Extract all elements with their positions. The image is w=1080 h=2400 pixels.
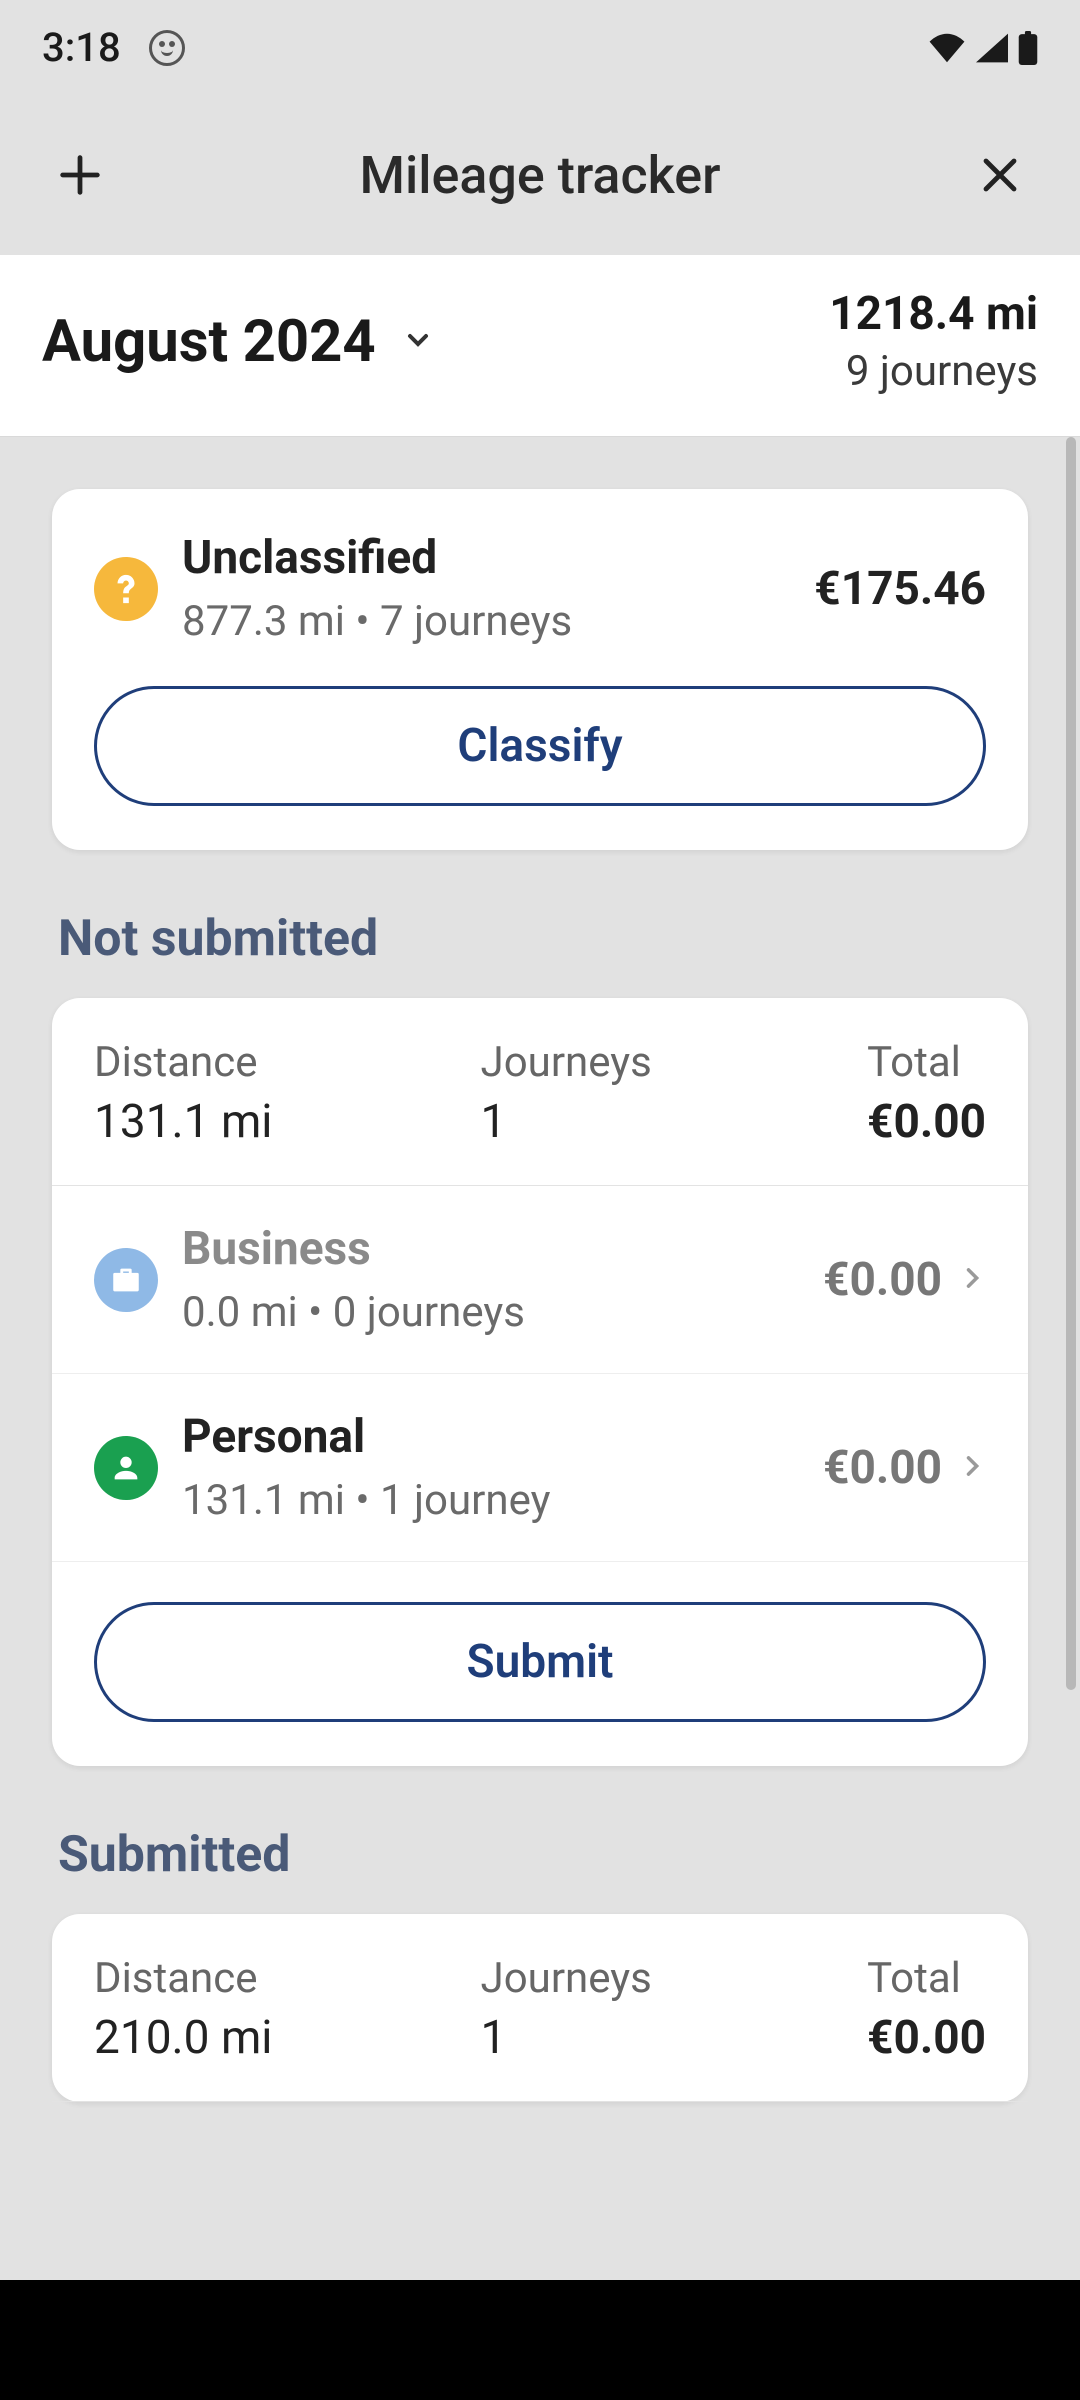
stats-value: 1 (481, 1095, 868, 1149)
category-sub: 131.1 mi • 1 journey (182, 1476, 823, 1525)
category-row-business[interactable]: Business 0.0 mi • 0 journeys €0.00 (52, 1186, 1028, 1374)
content-scroll[interactable]: Unclassified 877.3 mi • 7 journeys €175.… (0, 437, 1080, 2280)
chevron-down-icon (402, 324, 434, 360)
stats-label: Distance (94, 1954, 481, 2003)
stats-label: Total (867, 1954, 986, 2003)
month-label: August 2024 (42, 308, 376, 376)
category-sub: 0.0 mi • 0 journeys (182, 1288, 823, 1337)
category-amount: €0.00 (823, 1441, 942, 1495)
not-submitted-stats: Distance 131.1 mi Journeys 1 Total €0.00 (52, 998, 1028, 1186)
briefcase-icon (94, 1248, 158, 1312)
person-icon (94, 1436, 158, 1500)
system-nav-bar (0, 2280, 1080, 2400)
stats-value: 210.0 mi (94, 2011, 481, 2065)
stats-value: 131.1 mi (94, 1095, 481, 1149)
stats-value: €0.00 (867, 1095, 986, 1149)
stats-label: Total (867, 1038, 986, 1087)
section-heading-submitted: Submitted (58, 1826, 1028, 1884)
page-title: Mileage tracker (360, 145, 721, 206)
unclassified-sub: 877.3 mi • 7 journeys (182, 597, 814, 646)
chevron-right-icon (958, 1452, 986, 1484)
wifi-icon (928, 33, 966, 63)
month-summary-bar: August 2024 1218.4 mi 9 journeys (0, 255, 1080, 437)
cellular-icon (976, 33, 1008, 63)
scrollbar-indicator[interactable] (1066, 437, 1076, 1690)
classify-button[interactable]: Classify (94, 686, 986, 806)
stats-label: Journeys (481, 1954, 868, 2003)
category-title: Business (182, 1222, 823, 1276)
month-selector[interactable]: August 2024 (42, 308, 434, 376)
section-heading-not-submitted: Not submitted (58, 910, 1028, 968)
status-bar: 3:18 (0, 0, 1080, 95)
add-button[interactable] (48, 143, 112, 207)
face-notification-icon (149, 30, 185, 66)
close-button[interactable] (968, 143, 1032, 207)
question-icon (94, 557, 158, 621)
unclassified-title: Unclassified (182, 531, 814, 585)
status-time: 3:18 (42, 24, 121, 71)
submitted-stats: Distance 210.0 mi Journeys 1 Total €0.00 (52, 1914, 1028, 2102)
stats-value: €0.00 (867, 2011, 986, 2065)
stats-value: 1 (481, 2011, 868, 2065)
category-amount: €0.00 (823, 1253, 942, 1307)
submit-button[interactable]: Submit (94, 1602, 986, 1722)
unclassified-amount: €175.46 (814, 562, 986, 616)
category-row-personal[interactable]: Personal 131.1 mi • 1 journey €0.00 (52, 1374, 1028, 1562)
category-title: Personal (182, 1410, 823, 1464)
chevron-right-icon (958, 1264, 986, 1296)
stats-label: Journeys (481, 1038, 868, 1087)
submitted-card: Distance 210.0 mi Journeys 1 Total €0.00 (52, 1914, 1028, 2102)
not-submitted-card: Distance 131.1 mi Journeys 1 Total €0.00… (52, 998, 1028, 1766)
stats-label: Distance (94, 1038, 481, 1087)
total-distance: 1218.4 mi (829, 287, 1038, 341)
total-journeys: 9 journeys (829, 347, 1038, 396)
battery-icon (1018, 31, 1038, 65)
unclassified-card: Unclassified 877.3 mi • 7 journeys €175.… (52, 489, 1028, 850)
app-topbar: Mileage tracker (0, 95, 1080, 255)
